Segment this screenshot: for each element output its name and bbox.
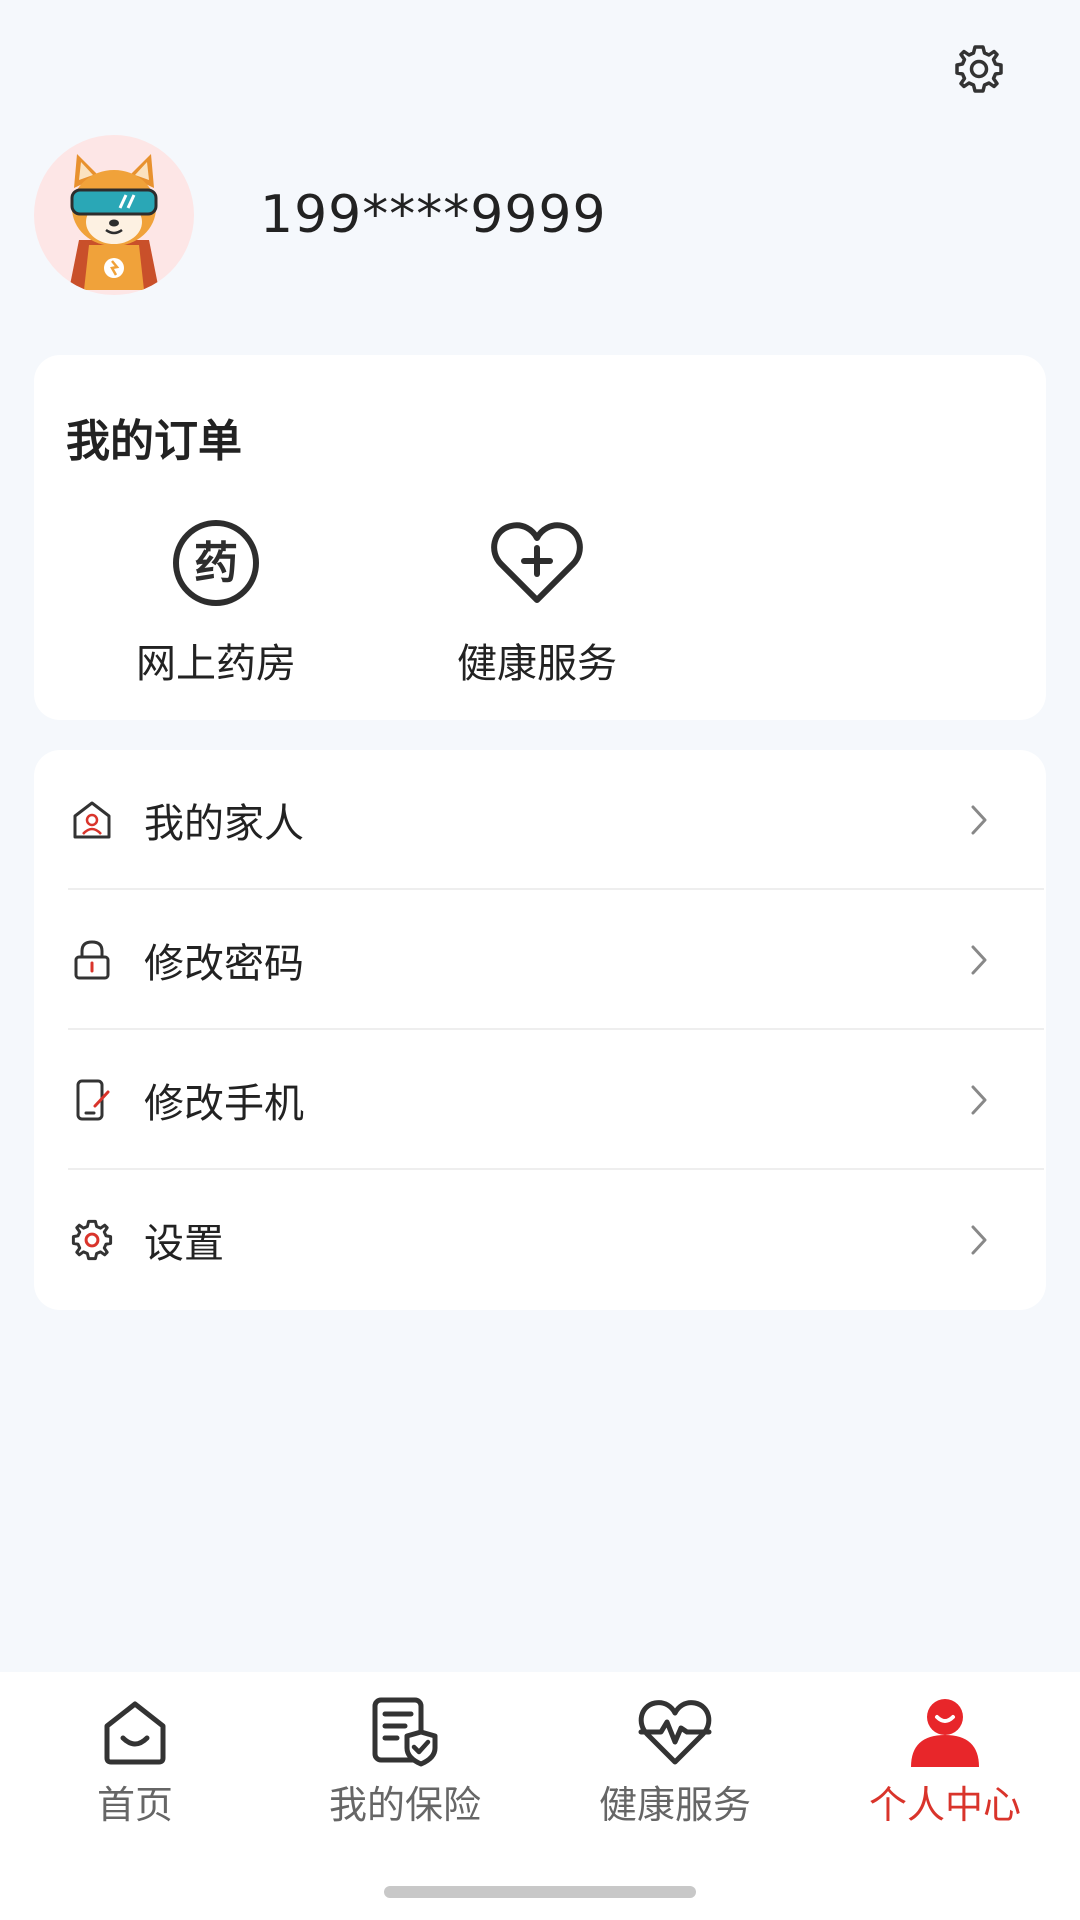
tab-health-label: 健康服务: [598, 1783, 751, 1827]
heartbeat-icon: [635, 1692, 715, 1772]
chevron-right-icon: [964, 940, 994, 980]
menu-item-family[interactable]: 我的家人: [34, 750, 1046, 890]
lock-icon: [68, 936, 116, 984]
menu-item-phone[interactable]: 修改手机: [34, 1030, 1046, 1170]
tab-profile-label: 个人中心: [868, 1783, 1021, 1827]
tab-insurance-label: 我的保险: [328, 1783, 481, 1827]
gear-icon: [955, 45, 1003, 93]
order-health-service[interactable]: 健康服务: [407, 513, 667, 689]
menu-item-settings-label: 设置: [144, 1221, 224, 1267]
policy-icon: [365, 1692, 445, 1772]
home-icon: [95, 1692, 175, 1772]
gear-icon: [68, 1216, 116, 1264]
home-indicator[interactable]: [384, 1886, 696, 1898]
orders-title: 我的订单: [66, 416, 242, 467]
tab-profile[interactable]: 个人中心: [810, 1692, 1080, 1829]
menu-card: 我的家人 修改密码 修改手机 设置: [34, 750, 1046, 1310]
phone-number: 199****9999: [260, 185, 607, 245]
avatar[interactable]: [34, 135, 194, 295]
family-icon: [68, 796, 116, 844]
chevron-right-icon: [964, 1080, 994, 1120]
settings-button[interactable]: [950, 40, 1008, 98]
bottom-tab-bar: 首页 我的保险 健康服务 个人中心: [0, 1672, 1080, 1920]
chevron-right-icon: [964, 800, 994, 840]
menu-item-family-label: 我的家人: [144, 801, 304, 847]
menu-item-password[interactable]: 修改密码: [34, 890, 1046, 1030]
tab-home-label: 首页: [96, 1783, 173, 1827]
phone-edit-icon: [68, 1076, 116, 1124]
svg-text:药: 药: [194, 538, 238, 589]
tab-home[interactable]: 首页: [0, 1692, 270, 1829]
order-pharmacy-label: 网上药房: [136, 641, 296, 687]
shiba-dog-avatar-icon: [69, 154, 159, 290]
menu-item-settings[interactable]: 设置: [34, 1170, 1046, 1310]
heart-plus-icon: [487, 513, 587, 613]
menu-item-password-label: 修改密码: [144, 941, 304, 987]
chevron-right-icon: [964, 1220, 994, 1260]
profile-section: 199****9999: [34, 135, 607, 295]
pharmacy-icon: 药: [166, 513, 266, 613]
user-icon: [905, 1692, 985, 1772]
order-health-label: 健康服务: [457, 641, 617, 687]
menu-item-phone-label: 修改手机: [144, 1081, 304, 1127]
order-pharmacy[interactable]: 药 网上药房: [86, 513, 346, 689]
tab-insurance[interactable]: 我的保险: [270, 1692, 540, 1829]
orders-card: 我的订单 药 网上药房 健康服务: [34, 355, 1046, 720]
tab-health[interactable]: 健康服务: [540, 1692, 810, 1829]
